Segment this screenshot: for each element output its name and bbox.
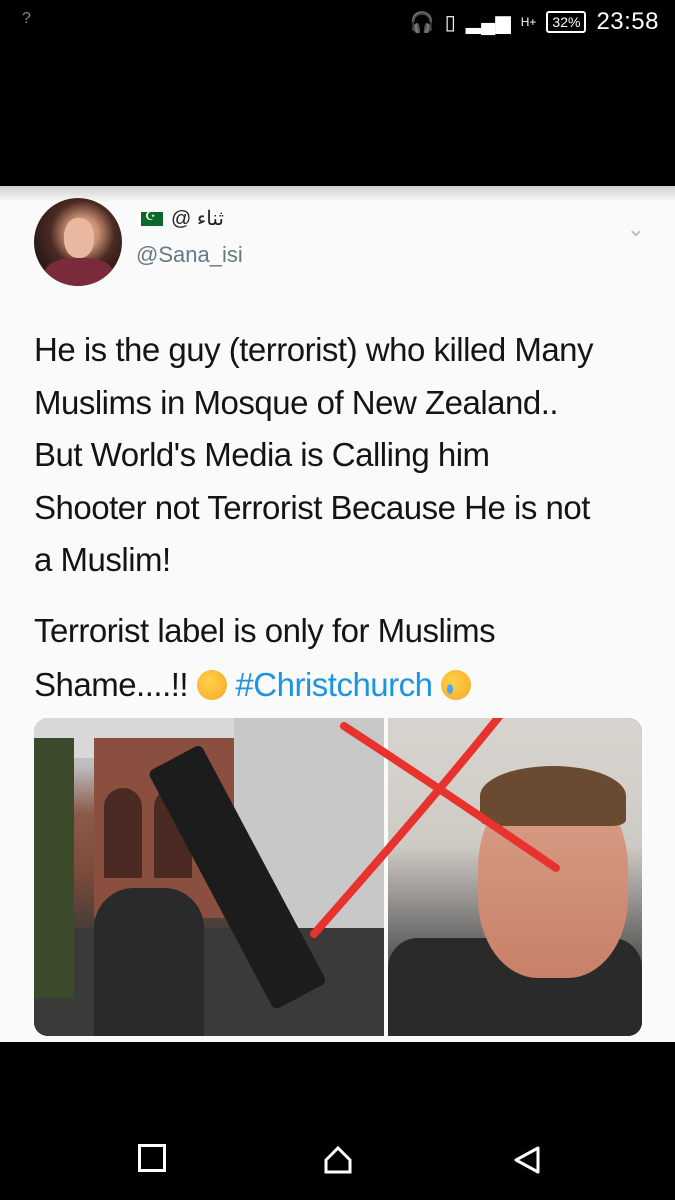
android-nav-bar (0, 1120, 675, 1200)
battery-indicator: 32% (546, 11, 587, 33)
card-top-shade (0, 186, 675, 202)
pakistan-flag-icon (136, 209, 163, 226)
clock: 23:58 (596, 8, 659, 35)
author-name: @ ثناء (171, 208, 224, 230)
avatar[interactable] (34, 198, 122, 286)
author-name-row[interactable]: @ ثناء (136, 206, 224, 231)
signal-icon: ▂▄▆ (465, 11, 511, 34)
headphones-icon: 🎧 (409, 11, 435, 34)
vibrate-icon: ▯ (444, 11, 456, 34)
tweet-media[interactable] (34, 718, 642, 1036)
crying-face-emoji-icon (441, 670, 472, 700)
tweet-text: He is the guy (terrorist) who killed Man… (34, 324, 644, 587)
network-type: H+ (520, 15, 537, 29)
angry-face-emoji-icon (196, 670, 227, 700)
avatar-shirt (44, 258, 114, 286)
tweet-text-line: Shooter not Terrorist Because He is not (34, 488, 590, 526)
tweet-text-line: Terrorist label is only for Muslims (34, 612, 496, 649)
tweet-card: @ ثناء @Sana_isi ⌄ He is the guy (terror… (0, 186, 675, 1042)
tweet-text-second-paragraph: Terrorist label is only for Muslims Sham… (34, 604, 644, 712)
chevron-down-icon[interactable]: ⌄ (627, 216, 645, 242)
tweet-text-line: a Muslim! (34, 541, 171, 578)
back-button[interactable] (512, 1144, 542, 1176)
home-button[interactable] (322, 1144, 354, 1176)
author-handle[interactable]: @Sana_isi (136, 242, 243, 268)
tweet-text-line: Muslims in Mosque of New Zealand.. (34, 383, 559, 421)
status-icons: 🎧 ▯ ▂▄▆ H+ 32% 23:58 (410, 8, 659, 36)
hashtag-link[interactable]: #Christchurch (235, 666, 433, 703)
sim-status-icon: ? (22, 10, 31, 27)
avatar-face (64, 218, 94, 258)
tweet-text-line: But World's Media is Calling him (34, 436, 490, 473)
shame-text: Shame....!! (34, 666, 197, 703)
tweet-text-line: Shame....!! #Christchurch (34, 658, 644, 712)
recent-apps-button[interactable] (138, 1144, 166, 1172)
status-bar: ? 🎧 ▯ ▂▄▆ H+ 32% 23:58 (0, 0, 675, 48)
tweet-text-line: He is the guy (terrorist) who killed Man… (34, 331, 594, 368)
red-cross-mark-icon (310, 718, 560, 938)
